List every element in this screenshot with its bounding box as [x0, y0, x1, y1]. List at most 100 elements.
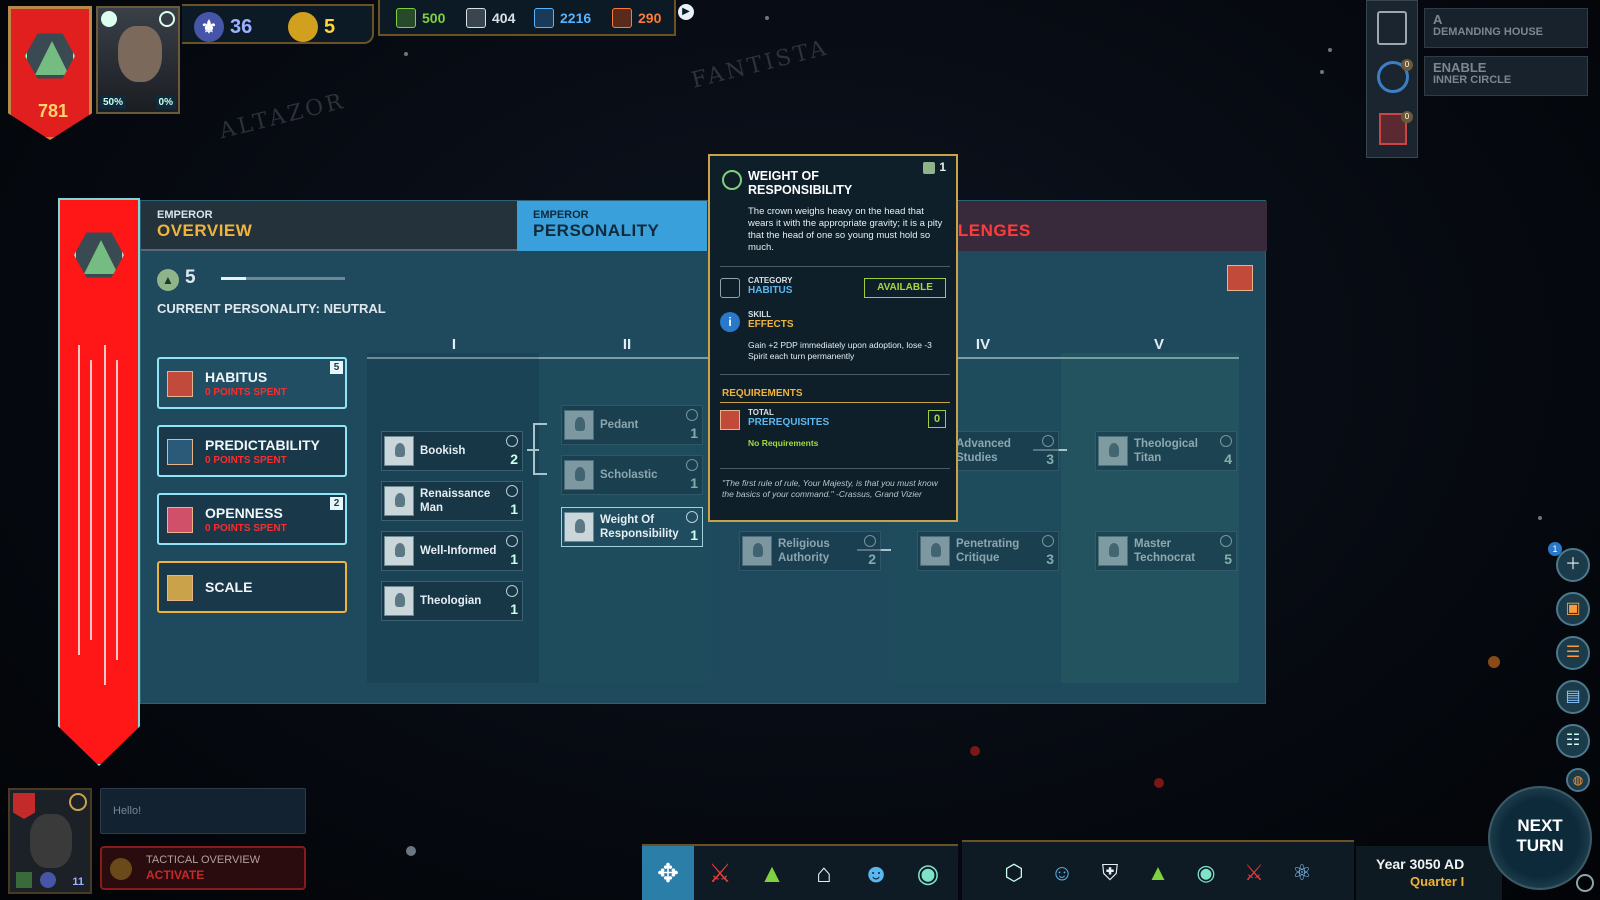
level-chevron-icon: ▲	[157, 269, 179, 291]
skill-node-selected[interactable]: Weight Of Responsibility 1	[561, 507, 703, 547]
skill-node[interactable]: Scholastic 1	[561, 455, 703, 495]
tactical-action: ACTIVATE	[146, 868, 205, 882]
food-value: 404	[492, 10, 516, 26]
side-badge: 1	[1548, 542, 1562, 556]
move-icon[interactable]: ✥	[642, 846, 694, 900]
skill-node[interactable]: Religious Authority 2	[739, 531, 881, 571]
senate-icon[interactable]: ⌂	[798, 846, 850, 900]
tab-personality[interactable]: EMPEROR PERSONALITY	[517, 201, 707, 251]
level-chevron-icon	[1042, 435, 1054, 447]
star	[406, 846, 416, 856]
habitus-category-icon[interactable]	[1227, 265, 1253, 291]
people-icon[interactable]: ☻	[850, 846, 902, 900]
skill-node[interactable]: Penetrating Critique 3	[917, 531, 1059, 571]
note-enable-inner-circle[interactable]: ENABLE INNER CIRCLE	[1424, 56, 1588, 96]
resource-energy[interactable]: 2216	[534, 8, 591, 28]
skill-node[interactable]: Master Technocrat 5	[1095, 531, 1237, 571]
category-badge: 2	[330, 497, 343, 510]
skill-node[interactable]: Well-Informed 1	[381, 531, 523, 571]
resource-industry[interactable]: 500	[396, 8, 445, 28]
add-note-icon[interactable]: ＋	[1556, 548, 1590, 582]
chat-message[interactable]: Hello!	[100, 788, 306, 834]
dossier-icon[interactable]: ☰	[1556, 636, 1590, 670]
player-portrait[interactable]: 11	[8, 788, 92, 894]
player-face	[30, 814, 72, 868]
category-name: HABITUS	[205, 369, 268, 385]
skill-cost: 3	[1046, 451, 1054, 467]
tactical-overview-button[interactable]: TACTICAL OVERVIEW ACTIVATE	[100, 846, 306, 890]
resource-gold[interactable]: 5	[288, 12, 335, 42]
growth-icon[interactable]: ▲	[1140, 854, 1176, 892]
emperor-shield[interactable]: 781	[8, 6, 92, 140]
category-habitus[interactable]: HABITUS 0 POINTS SPENT 5	[157, 357, 347, 409]
divider	[720, 468, 950, 469]
skill-node[interactable]: Renaissance Man 1	[381, 481, 523, 521]
calendar-quarter: Quarter I	[1410, 874, 1465, 889]
tab-big-label: PERSONALITY	[533, 221, 660, 240]
tab-overview[interactable]: EMPEROR OVERVIEW	[141, 201, 517, 251]
category-scale[interactable]: SCALE	[157, 561, 347, 613]
rank-icon	[69, 793, 87, 811]
resource-food[interactable]: 404	[466, 8, 515, 28]
category-predictability[interactable]: PREDICTABILITY 0 POINTS SPENT	[157, 425, 347, 477]
war-icon[interactable]: ⚔	[1236, 854, 1272, 892]
effects-text: Gain +2 PDP immediately upon adoption, l…	[748, 340, 932, 361]
divider	[720, 266, 950, 267]
sun-icon	[159, 11, 175, 27]
resource-influence[interactable]: ⚜ 36	[194, 12, 252, 42]
tab-small-label: EMPEROR	[533, 209, 589, 221]
level-progress-track	[221, 277, 345, 280]
galaxy-icon[interactable]: ◍	[1566, 768, 1590, 792]
secondary-nav-bar: ⬡ ☺ ⛨ ▲ ◉ ⚔ ⚛	[962, 840, 1354, 900]
skill-node[interactable]: Theologian 1	[381, 581, 523, 621]
column-header: II	[622, 336, 632, 353]
notes-icon[interactable]	[1377, 11, 1407, 45]
intel-icon[interactable]: ◉	[902, 846, 954, 900]
skill-tooltip: WEIGHT OF RESPONSIBILITY 1 The crown wei…	[708, 154, 958, 522]
play-icon[interactable]: ▶	[678, 4, 694, 20]
atom-icon[interactable]: ⚛	[1284, 854, 1320, 892]
skill-node[interactable]: Pedant 1	[561, 405, 703, 445]
skill-name: Master Technocrat	[1134, 538, 1196, 564]
emperor-icon[interactable]: ☺	[1044, 854, 1080, 892]
council-icon[interactable]: ☷	[1556, 724, 1590, 758]
science-hex-icon[interactable]: ⬡	[996, 854, 1032, 892]
note-badge: 0	[1401, 59, 1413, 71]
skill-cost: 2	[868, 551, 876, 567]
defense-icon[interactable]: ⛨	[1092, 854, 1128, 892]
column-header: IV	[975, 336, 991, 353]
skill-node[interactable]: Theological Titan 4	[1095, 431, 1237, 471]
category-openness[interactable]: OPENNESS 0 POINTS SPENT 2	[157, 493, 347, 545]
codex-icon[interactable]: ▤	[1556, 680, 1590, 714]
tooltip-quote: "The first rule of rule, Your Majesty, i…	[722, 478, 938, 499]
skill-cost: 1	[510, 501, 518, 517]
level-chevron-icon	[686, 459, 698, 471]
tooltip-category: CATEGORY HABITUS	[748, 276, 792, 296]
next-turn-button[interactable]: NEXT TURN	[1488, 786, 1592, 890]
note-badge: 0	[1401, 111, 1413, 123]
emperor-portrait[interactable]: 50% 0%	[96, 6, 180, 114]
lightbulb-icon	[742, 536, 772, 566]
divider	[720, 374, 950, 375]
energy-icon	[534, 8, 554, 28]
economy-icon[interactable]: ▲	[746, 846, 798, 900]
star	[1538, 516, 1542, 520]
settings-gear-icon[interactable]	[1576, 874, 1594, 892]
category-label: CATEGORY	[748, 276, 793, 285]
lightbulb-icon	[564, 410, 594, 440]
note-demanding-house[interactable]: A DEMANDING HOUSE	[1424, 8, 1588, 48]
prereq-count: 0	[928, 410, 946, 428]
habitus-icon	[720, 410, 740, 430]
military-icon[interactable]: ⚔	[694, 846, 746, 900]
level-progress-fill	[221, 277, 246, 280]
note-line2: INNER CIRCLE	[1433, 74, 1512, 86]
level-chevron-icon	[506, 485, 518, 497]
skill-name: Religious Authority	[778, 538, 830, 564]
book-icon[interactable]: ▣	[1556, 592, 1590, 626]
vision-icon[interactable]: ◉	[1188, 854, 1224, 892]
skill-node[interactable]: Bookish 2	[381, 431, 523, 471]
skill-cost: 2	[510, 451, 518, 467]
resource-research[interactable]: 290	[612, 8, 661, 28]
skill-cost: 1	[690, 475, 698, 491]
skill-connector	[533, 423, 547, 425]
